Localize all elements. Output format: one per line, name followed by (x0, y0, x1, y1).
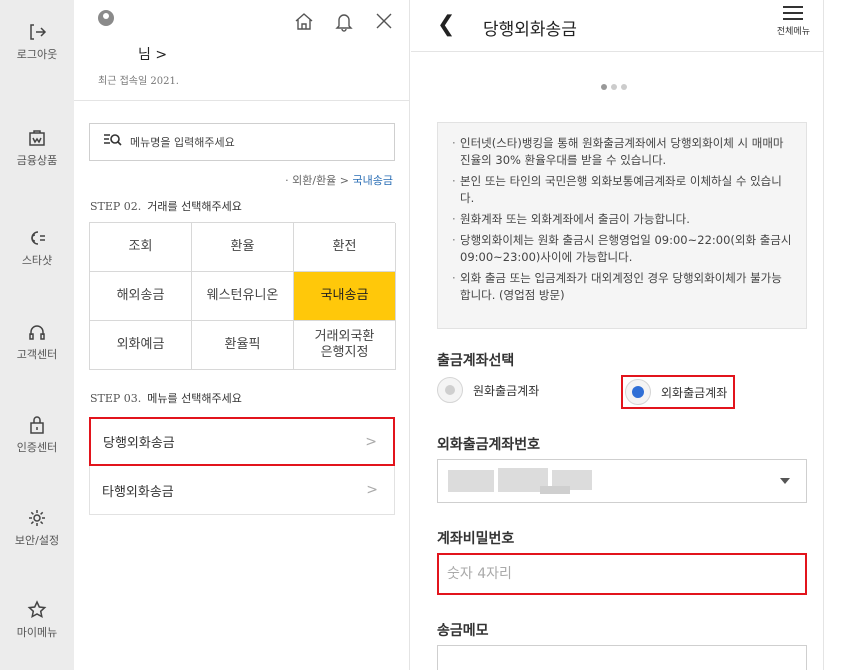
notice-item: 본인 또는 타인의 국민은행 외화보통예금계좌로 이체하실 수 있습니다. (452, 173, 792, 207)
radio-krw-account[interactable]: 원화출금계좌 (437, 377, 539, 403)
search-input[interactable] (130, 135, 380, 149)
sidebar-item-label: 인증센터 (16, 441, 58, 454)
carousel-dots (601, 84, 627, 90)
sidebar-item-label: 금융상품 (16, 154, 58, 167)
chatbot-icon (27, 228, 47, 248)
radio-circle[interactable] (625, 379, 651, 405)
memo-section-label: 송금메모 (437, 623, 489, 639)
profile (98, 10, 114, 26)
radio-circle[interactable] (437, 377, 463, 403)
sidebar-item-certificate[interactable]: 인증센터 (0, 415, 74, 455)
notice-box: 인터넷(스타)뱅킹을 통해 원화출금계좌에서 당행외화이체 시 매매마진율의 3… (437, 122, 807, 329)
top-icons (293, 10, 395, 36)
bell-icon[interactable] (333, 10, 355, 36)
page-title: 당행외화송금 (483, 20, 577, 40)
dropdown-arrow-icon (780, 478, 790, 484)
sidebar-item-label: 마이메뉴 (16, 626, 58, 639)
logout-icon (27, 22, 47, 42)
product-icon (27, 128, 47, 148)
sidebar-item-logout[interactable]: 로그아웃 (0, 22, 74, 62)
grid-item-inquiry[interactable]: 조회 (90, 223, 192, 272)
notice-item: 원화계좌 또는 외화계좌에서 출금이 가능합니다. (452, 211, 792, 228)
menu-item-same-bank-fx-transfer[interactable]: 당행외화송금 > (89, 417, 395, 466)
last-login: 최근 접속일 2021. (98, 76, 179, 87)
radio-label: 외화출금계좌 (661, 385, 728, 400)
user-name-link[interactable]: 님 > (138, 44, 167, 64)
step-number: STEP 03. (90, 392, 142, 405)
radio-label: 원화출금계좌 (473, 383, 540, 398)
divider (74, 100, 410, 101)
step-3-label: STEP 03. 메뉴를 선택해주세요 (90, 390, 242, 406)
step-2-label: STEP 02. 거래를 선택해주세요 (90, 198, 242, 214)
menu-list: 당행외화송금 > 타행외화송금 > (89, 417, 395, 515)
sidebar-item-support[interactable]: 고객센터 (0, 322, 74, 362)
withdraw-account-radio-group: 원화출금계좌 외화출금계좌 (437, 375, 817, 409)
carousel-dot[interactable] (611, 84, 617, 90)
password-input[interactable] (447, 566, 787, 582)
breadcrumb-current[interactable]: 국내송금 (353, 174, 393, 187)
menu-item-label: 당행외화송금 (103, 436, 175, 451)
menu-item-label: 타행외화송금 (102, 484, 174, 500)
notice-item: 당행외화이체는 원화 출금시 은행영업일 09:00~22:00(외화 출금시 … (452, 232, 792, 266)
step-text: 메뉴를 선택해주세요 (147, 392, 242, 405)
close-icon[interactable] (373, 10, 395, 36)
step-number: STEP 02. (90, 200, 142, 213)
chevron-right-icon: > (365, 433, 377, 450)
sidebar-item-label: 로그아웃 (16, 48, 58, 61)
sidebar-item-products[interactable]: 금융상품 (0, 128, 74, 168)
detail-panel: ❮ 당행외화송금 전체메뉴 인터넷(스타)뱅킹을 통해 원화출금계좌에서 당행외… (411, 0, 824, 670)
step-text: 거래를 선택해주세요 (147, 200, 242, 213)
redacted-block (448, 470, 494, 492)
sidebar-item-starshot[interactable]: 스타샷 (0, 228, 74, 268)
password-field-wrapper (437, 553, 807, 595)
fx-account-select[interactable] (437, 459, 807, 503)
breadcrumb-prefix: · 외환/환율 > (285, 174, 353, 187)
lock-icon (27, 415, 47, 435)
account-section-label: 외화출금계좌번호 (437, 437, 541, 453)
menu-panel: 님 > 최근 접속일 2021. · 외환/환율 > 국내송금 STEP 02.… (74, 0, 410, 670)
grid-item-fx-deposit[interactable]: 외화예금 (90, 321, 192, 370)
grid-item-currency-exchange[interactable]: 환전 (294, 223, 396, 272)
detail-header: ❮ 당행외화송금 전체메뉴 (411, 0, 824, 52)
grid-item-fx-bank-designation[interactable]: 거래외국환 은행지정 (294, 321, 396, 370)
hamburger-icon (783, 6, 804, 20)
search-icon (102, 130, 122, 154)
star-icon (27, 600, 47, 620)
home-icon[interactable] (293, 10, 315, 36)
notice-item: 외화 출금 또는 입금계좌가 대외계정인 경우 당행외화이체가 불가능합니다. … (452, 270, 792, 304)
radio-fx-account[interactable]: 외화출금계좌 (621, 375, 736, 409)
icon-sidebar: 로그아웃 금융상품 스타샷 고객센터 인증센터 보안/설정 마이메뉴 (0, 0, 74, 670)
notice-item: 인터넷(스타)뱅킹을 통해 원화출금계좌에서 당행외화이체 시 매매마진율의 3… (452, 135, 792, 169)
menu-item-other-bank-fx-transfer[interactable]: 타행외화송금 > (89, 466, 395, 515)
grid-item-rate-pick[interactable]: 환율픽 (192, 321, 294, 370)
sidebar-item-mymenu[interactable]: 마이메뉴 (0, 600, 74, 640)
avatar (98, 10, 114, 26)
sidebar-item-label: 고객센터 (16, 348, 58, 361)
menu-search[interactable] (89, 123, 395, 161)
all-menu-button[interactable]: 전체메뉴 (777, 6, 810, 37)
carousel-dot[interactable] (621, 84, 627, 90)
sidebar-item-label: 스타샷 (21, 254, 53, 267)
breadcrumb: · 외환/환율 > 국내송금 (285, 172, 393, 188)
memo-input[interactable] (437, 645, 807, 670)
gear-icon (27, 508, 47, 528)
withdraw-section-label: 출금계좌선택 (437, 353, 515, 369)
redacted-block (540, 486, 570, 494)
grid-item-overseas-remittance[interactable]: 해외송금 (90, 272, 192, 321)
sidebar-item-label: 보안/설정 (14, 534, 60, 547)
sidebar-item-security[interactable]: 보안/설정 (0, 508, 74, 548)
all-menu-label: 전체메뉴 (776, 27, 810, 37)
grid-item-domestic-remittance[interactable]: 국내송금 (294, 272, 396, 321)
chevron-right-icon: > (366, 482, 378, 498)
headset-icon (27, 322, 47, 342)
transaction-grid: 조회 환율 환전 해외송금 웨스턴유니온 국내송금 외화예금 환율픽 거래외국환… (89, 222, 396, 370)
carousel-dot[interactable] (601, 84, 607, 90)
grid-item-exchange-rate[interactable]: 환율 (192, 223, 294, 272)
back-icon[interactable]: ❮ (437, 12, 455, 37)
grid-item-western-union[interactable]: 웨스턴유니온 (192, 272, 294, 321)
password-section-label: 계좌비밀번호 (437, 531, 515, 547)
